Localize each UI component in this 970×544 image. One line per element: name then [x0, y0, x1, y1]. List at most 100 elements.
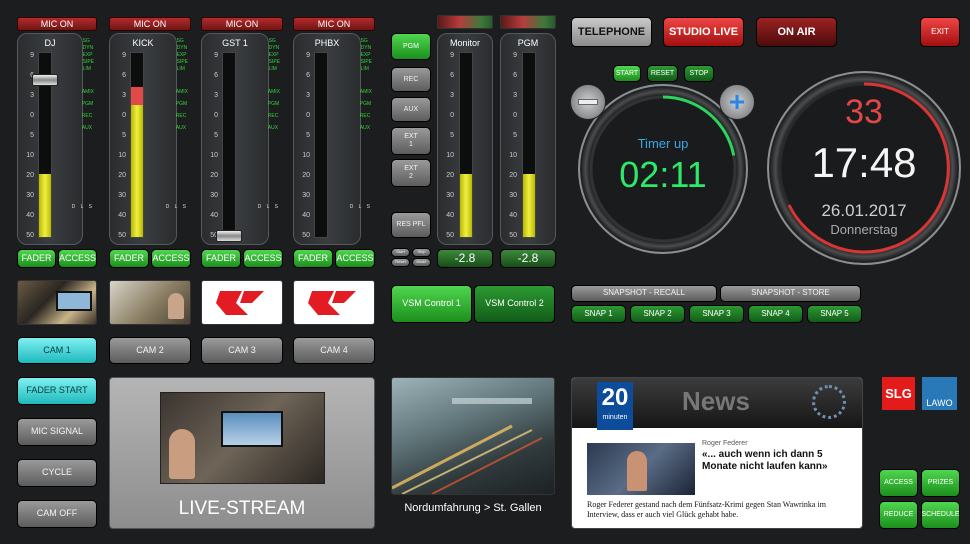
access-button-1[interactable]: ACCESS [58, 249, 97, 268]
livestream-panel: LIVE-STREAM [109, 377, 375, 529]
timer-reset-button[interactable]: RESET [647, 65, 678, 82]
snap-button-5[interactable]: SNAP 5 [807, 305, 862, 323]
scale-tick: 5 [30, 132, 34, 139]
mic-on-button-1[interactable]: MIC ON [17, 17, 97, 31]
scale-tick: 50 [26, 232, 34, 239]
scale-tick: 6 [513, 72, 517, 79]
on-air-button[interactable]: ON AIR [756, 17, 837, 47]
mini-button-1[interactable]: Start [391, 248, 410, 257]
pgm-level [523, 174, 535, 237]
mini-button-3[interactable]: Reset [391, 258, 410, 267]
source-button-3[interactable]: AUX [391, 97, 431, 122]
traffic-camera-image[interactable] [391, 377, 555, 495]
vsm-control-2-button[interactable]: VSM Control 2 [474, 285, 555, 323]
livestream-video[interactable] [160, 392, 325, 484]
mic-on-button-2[interactable]: MIC ON [109, 17, 191, 31]
scale-tick: 9 [450, 52, 454, 59]
lawo-logo: LAWO [922, 377, 957, 410]
timer-stop-button[interactable]: STOP [684, 65, 714, 82]
fader-button-4[interactable]: FADER [293, 249, 333, 268]
news-panel: 20 minuten News Roger Federer «... auch … [571, 377, 863, 529]
access-button-2[interactable]: ACCESS [151, 249, 191, 268]
scale-tick: 0 [30, 112, 34, 119]
timer-start-button[interactable]: START [613, 65, 641, 82]
mic-on-button-3[interactable]: MIC ON [201, 17, 283, 31]
clock-time: 17:48 [811, 139, 917, 186]
scale-tick: 5 [450, 132, 454, 139]
traffic-light-trails [392, 398, 543, 494]
mini-button-4[interactable]: Mode [412, 258, 431, 267]
mic-on-button-4[interactable]: MIC ON [293, 17, 375, 31]
reduce-button[interactable]: REDUCE [879, 501, 918, 529]
scale-tick: 3 [214, 92, 218, 99]
scale-tick: 10 [118, 152, 126, 159]
snap-button-1[interactable]: SNAP 1 [571, 305, 626, 323]
cam-2-button[interactable]: CAM 2 [109, 337, 191, 364]
scale-tick: 40 [26, 212, 34, 219]
snap-button-4[interactable]: SNAP 4 [748, 305, 803, 323]
fader-start-button[interactable]: FADER START [17, 377, 97, 405]
scale-tick: 30 [210, 192, 218, 199]
pgm-track [522, 52, 536, 238]
snap-button-2[interactable]: SNAP 2 [630, 305, 685, 323]
source-button-1[interactable]: PGM [391, 33, 431, 60]
scale-tick: 30 [302, 192, 310, 199]
fader-button-3[interactable]: FADER [201, 249, 241, 268]
bus-label: AUX [81, 125, 93, 131]
scale-tick: 3 [30, 92, 34, 99]
pgm-meter: PGM 9 6 3 0 5 10 20 30 40 50 [500, 33, 556, 245]
cam-2-preview [109, 280, 191, 325]
snapshot-store-button[interactable]: SNAPSHOT - STORE [720, 285, 861, 302]
strip-track[interactable] [130, 52, 144, 238]
source-button-6[interactable]: RES PFL [391, 212, 431, 238]
fader-button-2[interactable]: FADER [109, 249, 149, 268]
strip-track[interactable] [222, 52, 236, 238]
cycle-button[interactable]: CYCLE [17, 459, 97, 487]
bus-label: AMIX [81, 89, 94, 95]
news-headline[interactable]: «... auch wenn ich dann 5 Monate nicht l… [702, 449, 852, 473]
traffic-caption: Nordumfahrung > St. Gallen [404, 502, 542, 514]
timer-minus-button[interactable] [570, 84, 606, 120]
cam-1-button[interactable]: CAM 1 [17, 337, 97, 364]
snap-button-3[interactable]: SNAP 3 [689, 305, 744, 323]
dyn-label: DYN [176, 45, 188, 51]
cam-3-button[interactable]: CAM 3 [201, 337, 283, 364]
scale-tick: 0 [122, 112, 126, 119]
fader-button-1[interactable]: FADER [17, 249, 56, 268]
scale-tick: 0 [513, 112, 517, 119]
scale-tick: 10 [210, 152, 218, 159]
exit-button[interactable]: EXIT [920, 17, 960, 47]
cam-off-button[interactable]: CAM OFF [17, 500, 97, 528]
pgm-meter-label: PGM [517, 38, 539, 48]
prizes-button[interactable]: PRIZES [921, 469, 960, 497]
scale-tick: 10 [26, 152, 34, 159]
cam-2-person [168, 293, 184, 319]
livestream-person [169, 429, 195, 479]
telephone-button[interactable]: TELEPHONE [571, 17, 652, 47]
timer-label: Timer up [637, 136, 689, 151]
access-button-3[interactable]: ACCESS [243, 249, 283, 268]
scale-tick: 50 [302, 232, 310, 239]
access-button[interactable]: ACCESS [879, 469, 918, 497]
mic-signal-button[interactable]: MIC SIGNAL [17, 418, 97, 446]
fader-strip-4: PHBX 9 6 3 0 5 10 20 30 40 50 SG DYN EXP SIPE LIM AMIX PG… [293, 33, 372, 245]
cam-4-button[interactable]: CAM 4 [293, 337, 375, 364]
strip-dyn-labels: SG DYN EXP SIPE LIM [269, 38, 280, 73]
schedule-button[interactable]: SCHEDULE [921, 501, 960, 529]
source-button-5[interactable]: EXT 2 [391, 159, 431, 187]
snapshot-recall-button[interactable]: SNAPSHOT - RECALL [571, 285, 717, 302]
scale-tick: 50 [509, 232, 517, 239]
bus-label: AUX [175, 125, 187, 131]
strip-bus-labels: AMIX PGM REC AUX [176, 86, 188, 134]
fader-knob[interactable] [216, 230, 242, 242]
fader-knob[interactable] [32, 74, 58, 86]
timer-plus-button[interactable]: + [719, 84, 755, 120]
source-button-2[interactable]: REC [391, 67, 431, 92]
scale-tick: 40 [446, 212, 454, 219]
studio-live-button[interactable]: STUDIO LIVE [663, 17, 744, 47]
access-button-4[interactable]: ACCESS [335, 249, 375, 268]
vsm-control-1-button[interactable]: VSM Control 1 [391, 285, 472, 323]
mini-button-2[interactable]: Stop [412, 248, 431, 257]
strip-track[interactable] [314, 52, 328, 238]
source-button-4[interactable]: EXT 1 [391, 127, 431, 155]
